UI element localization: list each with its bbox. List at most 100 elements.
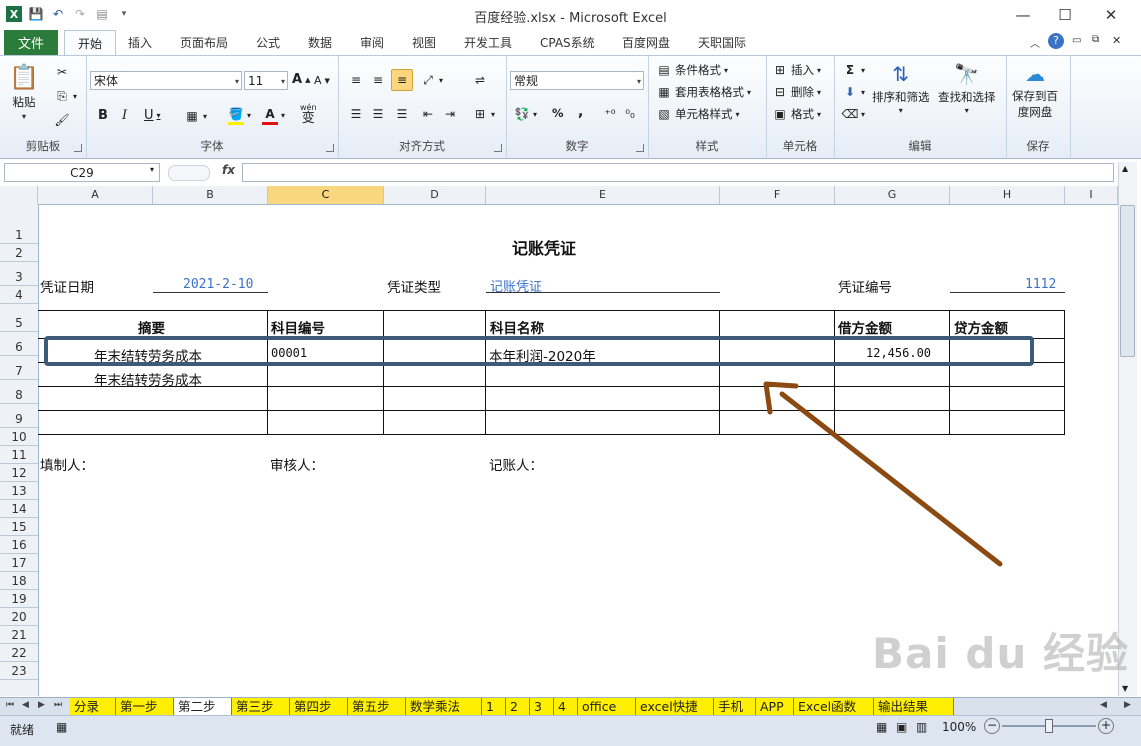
bold-button[interactable]: B (98, 108, 108, 123)
close-button[interactable]: ✕ (1088, 2, 1134, 28)
column-header-i[interactable]: I (1065, 186, 1118, 204)
tab-developer[interactable]: 开发工具 (464, 34, 512, 51)
maximize-button[interactable]: ☐ (1042, 2, 1088, 28)
select-all-corner[interactable] (0, 186, 38, 204)
row-header-9[interactable]: 9 (0, 404, 38, 428)
prev-sheet-icon[interactable]: ◀ (22, 700, 29, 710)
row-header-23[interactable]: 23 (0, 662, 38, 680)
fill-icon[interactable]: ⬇ ▾ (842, 84, 865, 100)
grow-font-button[interactable]: A ▲ (292, 72, 310, 87)
insert-function-icon[interactable]: fx (222, 163, 238, 177)
row-header-8[interactable]: 8 (0, 380, 38, 404)
autosum-icon[interactable]: Σ ▾ (842, 62, 865, 78)
number-format-select[interactable]: 常规 ▾ (510, 71, 644, 90)
row-header-22[interactable]: 22 (0, 644, 38, 662)
row-header-13[interactable]: 13 (0, 482, 38, 500)
align-left-icon[interactable]: ☰ (348, 106, 364, 122)
workbook-minimize-icon[interactable]: ▭ (1072, 35, 1081, 46)
column-header-g[interactable]: G (835, 186, 950, 204)
comma-button[interactable]: , (578, 104, 583, 120)
italic-button[interactable]: I (122, 108, 127, 123)
row-header-19[interactable]: 19 (0, 590, 38, 608)
merge-center-icon[interactable]: ⊞ ▾ (472, 106, 495, 122)
formula-bar-splitter[interactable] (168, 165, 210, 181)
vertical-scroll-thumb[interactable] (1120, 205, 1135, 357)
zoom-level[interactable]: 100% (942, 720, 976, 734)
sheet-tab[interactable]: 数学乘法 (406, 698, 482, 716)
formula-input[interactable] (242, 163, 1114, 182)
column-header-e[interactable]: E (486, 186, 720, 204)
tab-formulas[interactable]: 公式 (256, 34, 280, 51)
copy-icon[interactable]: ⎘ ▾ (54, 88, 77, 104)
page-layout-view-icon[interactable]: ▣ (896, 720, 907, 734)
format-cells-button[interactable]: ▣ 格式 ▾ (772, 106, 821, 122)
tab-review[interactable]: 审阅 (360, 34, 384, 51)
sort-filter-button[interactable]: ⇅ 排序和筛选 ▾ (872, 60, 930, 115)
phonetic-button[interactable]: wén 变 (300, 102, 317, 125)
row-header-7[interactable]: 7 (0, 356, 38, 380)
name-box[interactable]: C29 (4, 163, 160, 182)
tab-data[interactable]: 数据 (308, 34, 332, 51)
row-header-12[interactable]: 12 (0, 464, 38, 482)
page-break-view-icon[interactable]: ▥ (916, 720, 927, 734)
first-sheet-icon[interactable]: ⏮ (6, 700, 14, 710)
increase-indent-icon[interactable]: ⇥ (442, 106, 458, 122)
row-header-17[interactable]: 17 (0, 554, 38, 572)
insert-cells-button[interactable]: ⊞ 插入 ▾ (772, 62, 821, 78)
row-header-5[interactable]: 5 (0, 304, 38, 332)
sheet-tab[interactable]: 手机 (714, 698, 756, 716)
align-top-icon[interactable]: ≡ (348, 72, 364, 88)
row-header-15[interactable]: 15 (0, 518, 38, 536)
align-right-icon[interactable]: ☰ (394, 106, 410, 122)
save-to-baidu-button[interactable]: ☁ 保存到百 度网盘 (1012, 60, 1058, 120)
align-middle-icon[interactable]: ≡ (370, 72, 386, 88)
underline-button[interactable]: U ▾ (144, 108, 161, 123)
next-sheet-icon[interactable]: ▶ (38, 700, 45, 710)
workbook-close-icon[interactable]: ✕ (1112, 34, 1121, 47)
find-select-button[interactable]: 🔭 查找和选择 ▾ (938, 60, 996, 115)
scroll-up-icon[interactable]: ▲ (1122, 164, 1128, 173)
tab-home[interactable]: 开始 (64, 30, 116, 56)
format-as-table-button[interactable]: ▦ 套用表格格式 ▾ (656, 84, 751, 100)
number-launcher-icon[interactable] (636, 144, 644, 152)
decrease-indent-icon[interactable]: ⇤ (420, 106, 436, 122)
row-header-10[interactable]: 10 (0, 428, 38, 446)
row-header-11[interactable]: 11 (0, 446, 38, 464)
row-header-3[interactable]: 3 (0, 262, 38, 286)
column-header-b[interactable]: B (153, 186, 268, 204)
name-box-dropdown-icon[interactable]: ▾ (150, 165, 154, 174)
font-color-button[interactable]: A ▾ (262, 106, 285, 125)
tab-insert[interactable]: 插入 (128, 34, 152, 51)
hscroll-left-icon[interactable]: ◀ (1100, 700, 1107, 710)
accounting-format-icon[interactable]: 💱 ▾ (514, 106, 538, 122)
sheet-tab[interactable]: 3 (530, 698, 554, 716)
sheet-tab[interactable]: 1 (482, 698, 506, 716)
delete-cells-button[interactable]: ⊟ 删除 ▾ (772, 84, 821, 100)
shrink-font-button[interactable]: A ▼ (314, 74, 330, 87)
tab-tianzhi[interactable]: 天职国际 (698, 34, 746, 51)
font-name-select[interactable]: 宋体 ▾ (90, 71, 242, 90)
column-header-c[interactable]: C (268, 186, 384, 204)
row-header-4[interactable]: 4 (0, 286, 38, 304)
sheet-tab[interactable]: 分录 (70, 698, 116, 716)
clear-icon[interactable]: ⌫ ▾ (842, 106, 866, 122)
border-button[interactable]: ▦ ▾ (184, 108, 207, 124)
clipboard-launcher-icon[interactable] (74, 144, 82, 152)
sheet-tab[interactable]: 第一步 (116, 698, 174, 716)
collapse-ribbon-icon[interactable]: ︿ (1030, 35, 1040, 50)
conditional-format-button[interactable]: ▤ 条件格式 ▾ (656, 62, 728, 78)
row-header-20[interactable]: 20 (0, 608, 38, 626)
sheet-tab[interactable]: 第五步 (348, 698, 406, 716)
row-header-14[interactable]: 14 (0, 500, 38, 518)
normal-view-icon[interactable]: ▦ (876, 720, 887, 734)
sheet-tab[interactable]: excel快捷 (636, 698, 714, 716)
tab-page-layout[interactable]: 页面布局 (180, 34, 228, 51)
minimize-button[interactable]: — (1000, 2, 1046, 28)
macro-record-icon[interactable]: ▦ (56, 720, 67, 734)
row-header-2[interactable]: 2 (0, 244, 38, 262)
tab-cpas[interactable]: CPAS系统 (540, 34, 595, 51)
tab-baidu-netdisk[interactable]: 百度网盘 (622, 34, 670, 51)
cell-styles-button[interactable]: ▧ 单元格样式 ▾ (656, 106, 739, 122)
zoom-in-button[interactable]: + (1098, 718, 1114, 734)
fill-color-button[interactable]: 🪣 ▾ (228, 106, 251, 125)
